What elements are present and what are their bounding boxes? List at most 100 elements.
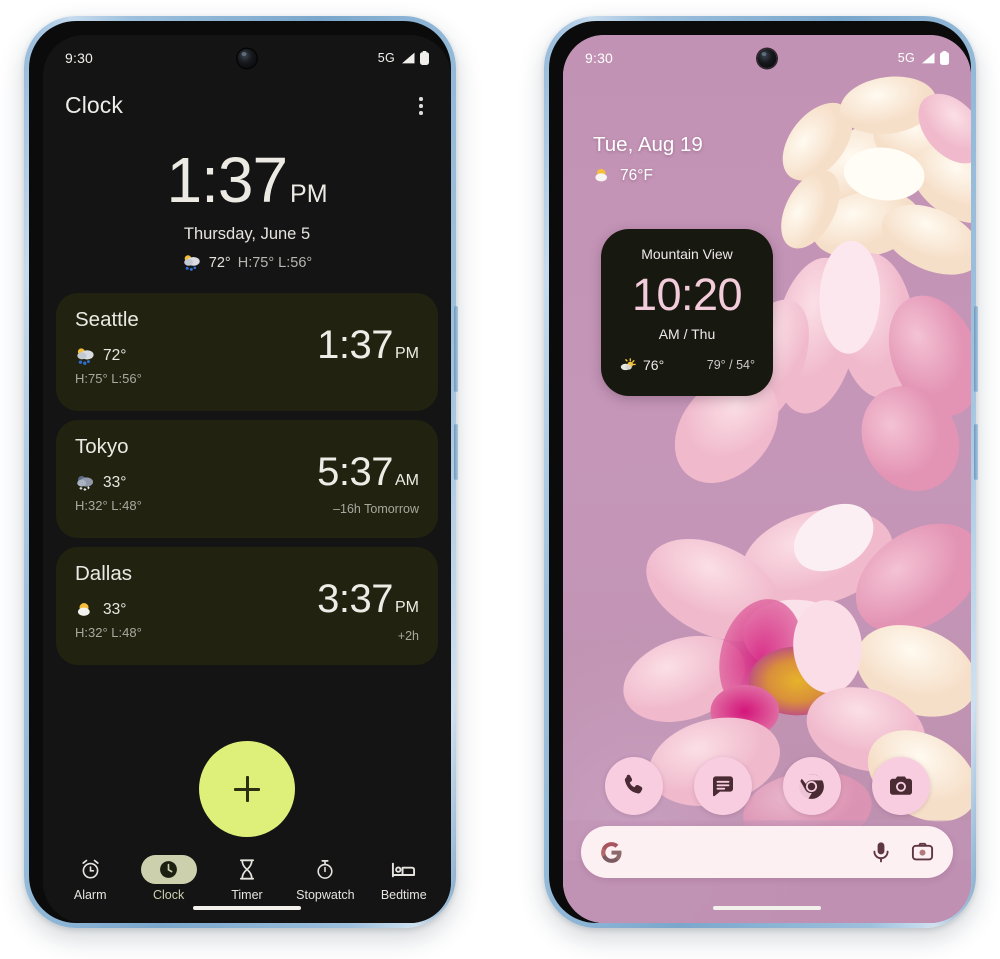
city-time-block: 1:37 PM <box>317 325 419 365</box>
city-high-low: H:75° L:56° <box>75 370 142 386</box>
right-phone-bezel: 9:30 5G Tue, Aug 19 76°F Mountain View 1… <box>549 21 971 923</box>
city-time-digits: 5:37 <box>317 449 393 494</box>
main-clock-ampm: PM <box>290 179 328 208</box>
city-time-ampm: PM <box>395 344 419 362</box>
city-time-block: 5:37 AM –16h Tomorrow <box>317 452 419 516</box>
battery-full-icon <box>940 51 949 65</box>
widget-current-weather: 76° <box>619 357 664 373</box>
main-clock-high-low: H:75° L:56° <box>237 254 313 271</box>
bed-icon <box>392 862 416 877</box>
bottom-navigation-bar: Alarm Clock Timer Stopwatch Bedtime <box>43 849 451 923</box>
right-phone-device: 9:30 5G Tue, Aug 19 76°F Mountain View 1… <box>544 16 978 928</box>
city-card-tokyo[interactable]: Tokyo 33° H:32° L:48° 5:37 AM –16h Tomor… <box>56 419 438 538</box>
city-time-digits: 1:37 <box>317 322 393 367</box>
volume-button[interactable] <box>454 306 458 392</box>
nav-label: Alarm <box>73 888 107 902</box>
city-time-ampm: PM <box>395 598 419 616</box>
partly-cloudy-icon <box>77 602 90 616</box>
clock-icon <box>160 861 177 878</box>
city-card-seattle[interactable]: Seattle 72° H:75° L:56° 1:37 PM <box>56 292 438 411</box>
sun-cloud-icon <box>620 358 636 371</box>
alarm-clock-icon <box>82 859 99 879</box>
home-indicator[interactable] <box>713 906 821 910</box>
nav-label: Bedtime <box>380 888 427 902</box>
app-dock <box>563 757 971 815</box>
main-clock-digits: 1:37 <box>166 143 288 216</box>
city-time-digits: 3:37 <box>317 576 393 621</box>
city-card-dallas[interactable]: Dallas 33° H:32° L:48° 3:37 PM +2h <box>56 546 438 665</box>
front-camera-icon <box>757 49 777 68</box>
google-lens-camera-icon[interactable] <box>910 840 935 864</box>
signal-bars-icon <box>922 52 935 64</box>
home-weather: 76°F <box>593 167 703 185</box>
camera-icon <box>889 776 912 795</box>
plus-icon <box>234 776 260 802</box>
volume-button[interactable] <box>974 306 978 392</box>
search-bar-actions <box>870 840 935 864</box>
screenshot-stage: 9:30 5G Clock 1:37 PM Thursday, June 5 7… <box>0 0 1000 959</box>
add-city-button[interactable] <box>199 741 295 837</box>
nav-pill <box>297 855 353 884</box>
city-offset: +2h <box>397 628 419 643</box>
camera-app-icon[interactable] <box>871 757 930 815</box>
rain-sun-cloud-icon <box>77 348 94 365</box>
microphone-icon[interactable] <box>870 840 892 864</box>
battery-full-icon <box>420 51 429 65</box>
main-clock-time: 1:37 PM <box>43 148 451 212</box>
widget-time: 10:20 <box>631 269 743 320</box>
widget-ampm-day: AM / Thu <box>658 326 716 342</box>
rain-sun-cloud-icon <box>183 255 200 271</box>
nav-pill <box>219 855 275 884</box>
city-temp: 33° <box>103 601 127 619</box>
nav-pill <box>376 855 432 884</box>
network-type-label: 5G <box>377 51 395 65</box>
nav-label: Stopwatch <box>296 888 355 902</box>
city-temp: 72° <box>103 347 127 365</box>
city-card-list: Seattle 72° H:75° L:56° 1:37 PM Tokyo 33… <box>43 292 451 665</box>
widget-high-low: 79° / 54° <box>706 358 755 372</box>
city-time-ampm: AM <box>395 471 419 489</box>
clock-app-screen: 9:30 5G Clock 1:37 PM Thursday, June 5 7… <box>43 35 451 923</box>
status-time: 9:30 <box>65 50 94 66</box>
messages-app-icon[interactable] <box>693 757 752 815</box>
city-offset: –16h Tomorrow <box>333 501 419 516</box>
city-time-block: 3:37 PM +2h <box>317 579 419 643</box>
chrome-icon <box>797 773 824 801</box>
signal-bars-icon <box>402 52 415 64</box>
main-clock: 1:37 PM Thursday, June 5 72° H:75° L:56° <box>43 148 451 272</box>
page-title: Clock <box>65 92 124 119</box>
home-date: Tue, Aug 19 <box>593 133 703 156</box>
city-temp: 33° <box>103 474 127 492</box>
widget-temp: 76° <box>643 357 665 373</box>
nav-item-clock[interactable]: Clock <box>131 855 207 902</box>
nav-item-timer[interactable]: Timer <box>209 855 285 902</box>
messages-icon <box>712 776 733 797</box>
google-search-bar[interactable] <box>581 826 953 878</box>
nav-pill-active <box>140 855 197 884</box>
left-phone-bezel: 9:30 5G Clock 1:37 PM Thursday, June 5 7… <box>29 21 451 923</box>
home-indicator[interactable] <box>193 906 301 910</box>
clock-weather-widget[interactable]: Mountain View 10:20 AM / Thu 76° 79° / 5… <box>601 229 773 396</box>
network-type-label: 5G <box>897 51 915 65</box>
google-g-icon <box>601 841 622 863</box>
phone-icon <box>624 774 642 794</box>
city-time: 1:37 PM <box>317 325 419 365</box>
nav-item-bedtime[interactable]: Bedtime <box>366 855 442 902</box>
widget-city: Mountain View <box>641 246 733 262</box>
home-screen: 9:30 5G Tue, Aug 19 76°F Mountain View 1… <box>563 35 971 923</box>
partly-cloudy-icon <box>595 168 607 182</box>
main-clock-temp: 72° <box>208 254 231 271</box>
stopwatch-icon <box>317 860 333 879</box>
nav-item-stopwatch[interactable]: Stopwatch <box>287 855 363 902</box>
power-button[interactable] <box>974 424 978 480</box>
widget-weather-row: 76° 79° / 54° <box>615 357 759 373</box>
phone-app-icon[interactable] <box>604 757 663 815</box>
status-time: 9:30 <box>585 50 614 66</box>
snow-cloud-night-icon <box>77 475 94 491</box>
nav-item-alarm[interactable]: Alarm <box>52 855 128 902</box>
chrome-app-icon[interactable] <box>782 757 841 815</box>
overflow-menu-icon[interactable] <box>413 91 429 121</box>
power-button[interactable] <box>454 424 458 480</box>
home-date-weather[interactable]: Tue, Aug 19 76°F <box>593 133 703 185</box>
home-temp: 76°F <box>620 167 653 184</box>
